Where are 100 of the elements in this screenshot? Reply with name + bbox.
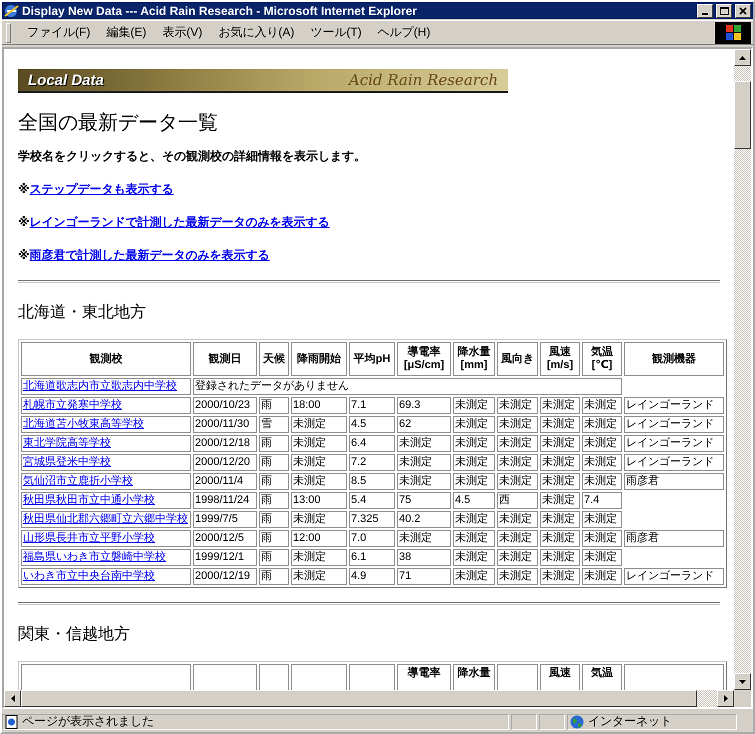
column-header: 降水量 [mm] xyxy=(453,342,495,376)
option-link[interactable]: レインゴーランドで計測した最新データのみを表示する xyxy=(30,215,330,230)
table-cell: 未測定 xyxy=(497,454,538,472)
table-cell: 未測定 xyxy=(582,568,622,586)
table-cell: 雨 xyxy=(259,549,289,566)
column-header: 観測機器 xyxy=(624,342,724,376)
school-link[interactable]: 宮城県登米中学校 xyxy=(23,456,111,468)
table-cell: 5.4 xyxy=(349,492,395,510)
school-link[interactable]: 気仙沼市立鹿折小学校 xyxy=(23,475,133,488)
school-link[interactable]: 秋田県秋田市立中通小学校 xyxy=(23,494,155,506)
menu-item[interactable]: お気に入り(A) xyxy=(210,22,302,44)
table-cell: 雨 xyxy=(259,454,289,472)
scroll-left-button[interactable] xyxy=(4,690,21,708)
menu-item[interactable]: ヘルプ(H) xyxy=(370,22,438,44)
table-cell: 1999/12/1 xyxy=(193,549,257,566)
window-title: Display New Data --- Acid Rain Research - Microsoft Internet Explorer xyxy=(22,4,418,18)
school-link[interactable]: 福島県いわき市立磐崎中学校 xyxy=(23,551,166,564)
table-cell: 未測定 xyxy=(582,454,622,472)
scroll-down-button[interactable] xyxy=(734,673,751,690)
table-cell: 雨 xyxy=(259,397,289,414)
vertical-scrollbar[interactable] xyxy=(734,49,751,690)
column-header: 風速 xyxy=(549,667,571,680)
table-cell: 未測定 xyxy=(497,530,538,548)
scrollbar-thumb[interactable] xyxy=(734,81,751,150)
table-cell: 未測定 xyxy=(540,435,580,452)
close-button[interactable] xyxy=(735,4,751,18)
up-arrow-icon xyxy=(739,55,746,60)
left-arrow-icon xyxy=(10,695,15,702)
school-link[interactable]: 秋田県仙北郡六郷町立六郷中学校 xyxy=(23,513,188,526)
table-cell: 未測定 xyxy=(291,454,347,472)
zone-text: インターネット xyxy=(588,713,672,730)
table-cell: 登録されたデータがありません xyxy=(193,378,622,396)
table-cell: 未測定 xyxy=(497,416,538,434)
table-cell: 雨 xyxy=(259,435,289,452)
table-cell: 未測定 xyxy=(540,568,580,586)
column-header: 降雨開始 xyxy=(291,342,347,376)
menu-item[interactable]: 表示(V) xyxy=(154,22,210,44)
option-link[interactable]: 雨彦君で計測した最新データのみを表示する xyxy=(30,248,270,262)
table-cell: 13:00 xyxy=(291,492,347,510)
table-cell: 71 xyxy=(397,568,451,586)
close-icon xyxy=(739,6,747,15)
table-cell: 6.4 xyxy=(349,435,395,452)
minimize-button[interactable] xyxy=(697,4,713,18)
menu-item[interactable]: 編集(E) xyxy=(98,22,154,44)
right-arrow-icon xyxy=(723,695,728,702)
table-cell: 7.2 xyxy=(349,454,395,472)
minimize-icon xyxy=(702,12,708,15)
table-cell: 未測定 xyxy=(291,473,347,490)
option-link[interactable]: ステップデータも表示する xyxy=(30,182,174,196)
table-cell: レインゴーランド xyxy=(624,568,724,586)
table-cell: 未測定 xyxy=(497,549,538,566)
column-header: 平均pH xyxy=(349,342,395,376)
table-cell: 未測定 xyxy=(397,435,451,452)
table-cell: 未測定 xyxy=(453,568,495,586)
table-cell: 4.5 xyxy=(453,492,495,510)
table-cell: 62 xyxy=(397,416,451,434)
scroll-right-button[interactable] xyxy=(717,690,734,708)
maximize-button[interactable] xyxy=(716,4,732,18)
table-cell: 未測定 xyxy=(291,435,347,452)
table-cell: 75 xyxy=(397,492,451,510)
column-header: 風向き xyxy=(497,342,538,376)
table-cell: 未測定 xyxy=(497,568,538,586)
down-arrow-icon xyxy=(739,679,746,684)
intro-text: 学校名をクリックすると、その観測校の詳細情報を表示します。 xyxy=(18,148,367,166)
table-cell: 7.0 xyxy=(349,530,395,548)
school-link[interactable]: 北海道苫小牧東高等学校 xyxy=(23,418,144,430)
table-cell: 未測定 xyxy=(497,435,538,452)
table-cell: 未測定 xyxy=(582,530,622,548)
page-heading: 全国の最新データ一覧 xyxy=(18,111,219,136)
column-header: 気温 [℃] xyxy=(582,342,622,376)
school-link[interactable]: 札幌市立発寒中学校 xyxy=(23,399,122,412)
menu-item[interactable]: ファイル(F) xyxy=(19,22,98,44)
table-cell: 40.2 xyxy=(397,511,451,528)
table-cell: 未測定 xyxy=(453,473,495,490)
school-link[interactable]: 北海道歌志内市立歌志内中学校 xyxy=(23,380,177,392)
table-cell: 未測定 xyxy=(453,549,495,566)
table-cell: レインゴーランド xyxy=(624,454,724,472)
table-cell: 未測定 xyxy=(453,511,495,528)
scroll-up-button[interactable] xyxy=(734,49,751,66)
table-cell: レインゴーランド xyxy=(624,416,724,434)
banner-title: Local Data xyxy=(28,72,104,89)
school-link[interactable]: 山形県長井市立平野小学校 xyxy=(23,532,155,544)
column-header: 導電率 xyxy=(408,667,440,680)
section-heading: 関東・信越地方 xyxy=(18,624,131,646)
menu-item[interactable]: ツール(T) xyxy=(302,22,370,44)
table-cell: 18:00 xyxy=(291,397,347,414)
table-cell: 未測定 xyxy=(540,511,580,528)
column-header: 天候 xyxy=(259,342,289,376)
table-cell: 69.3 xyxy=(397,397,451,414)
table-cell: 2000/12/5 xyxy=(193,530,257,548)
table-cell: 1998/11/24 xyxy=(193,492,257,510)
school-link[interactable]: いわき市立中央台南中学校 xyxy=(23,570,155,582)
globe-icon xyxy=(570,714,584,729)
column-header: 風速 [m/s] xyxy=(540,342,580,376)
table-cell: 未測定 xyxy=(497,473,538,490)
school-link[interactable]: 東北学院高等学校 xyxy=(23,437,111,450)
table-cell: 未測定 xyxy=(291,416,347,434)
table-cell: 未測定 xyxy=(582,511,622,528)
section-heading: 北海道・東北地方 xyxy=(18,302,147,324)
table-cell: 7.325 xyxy=(349,511,395,528)
